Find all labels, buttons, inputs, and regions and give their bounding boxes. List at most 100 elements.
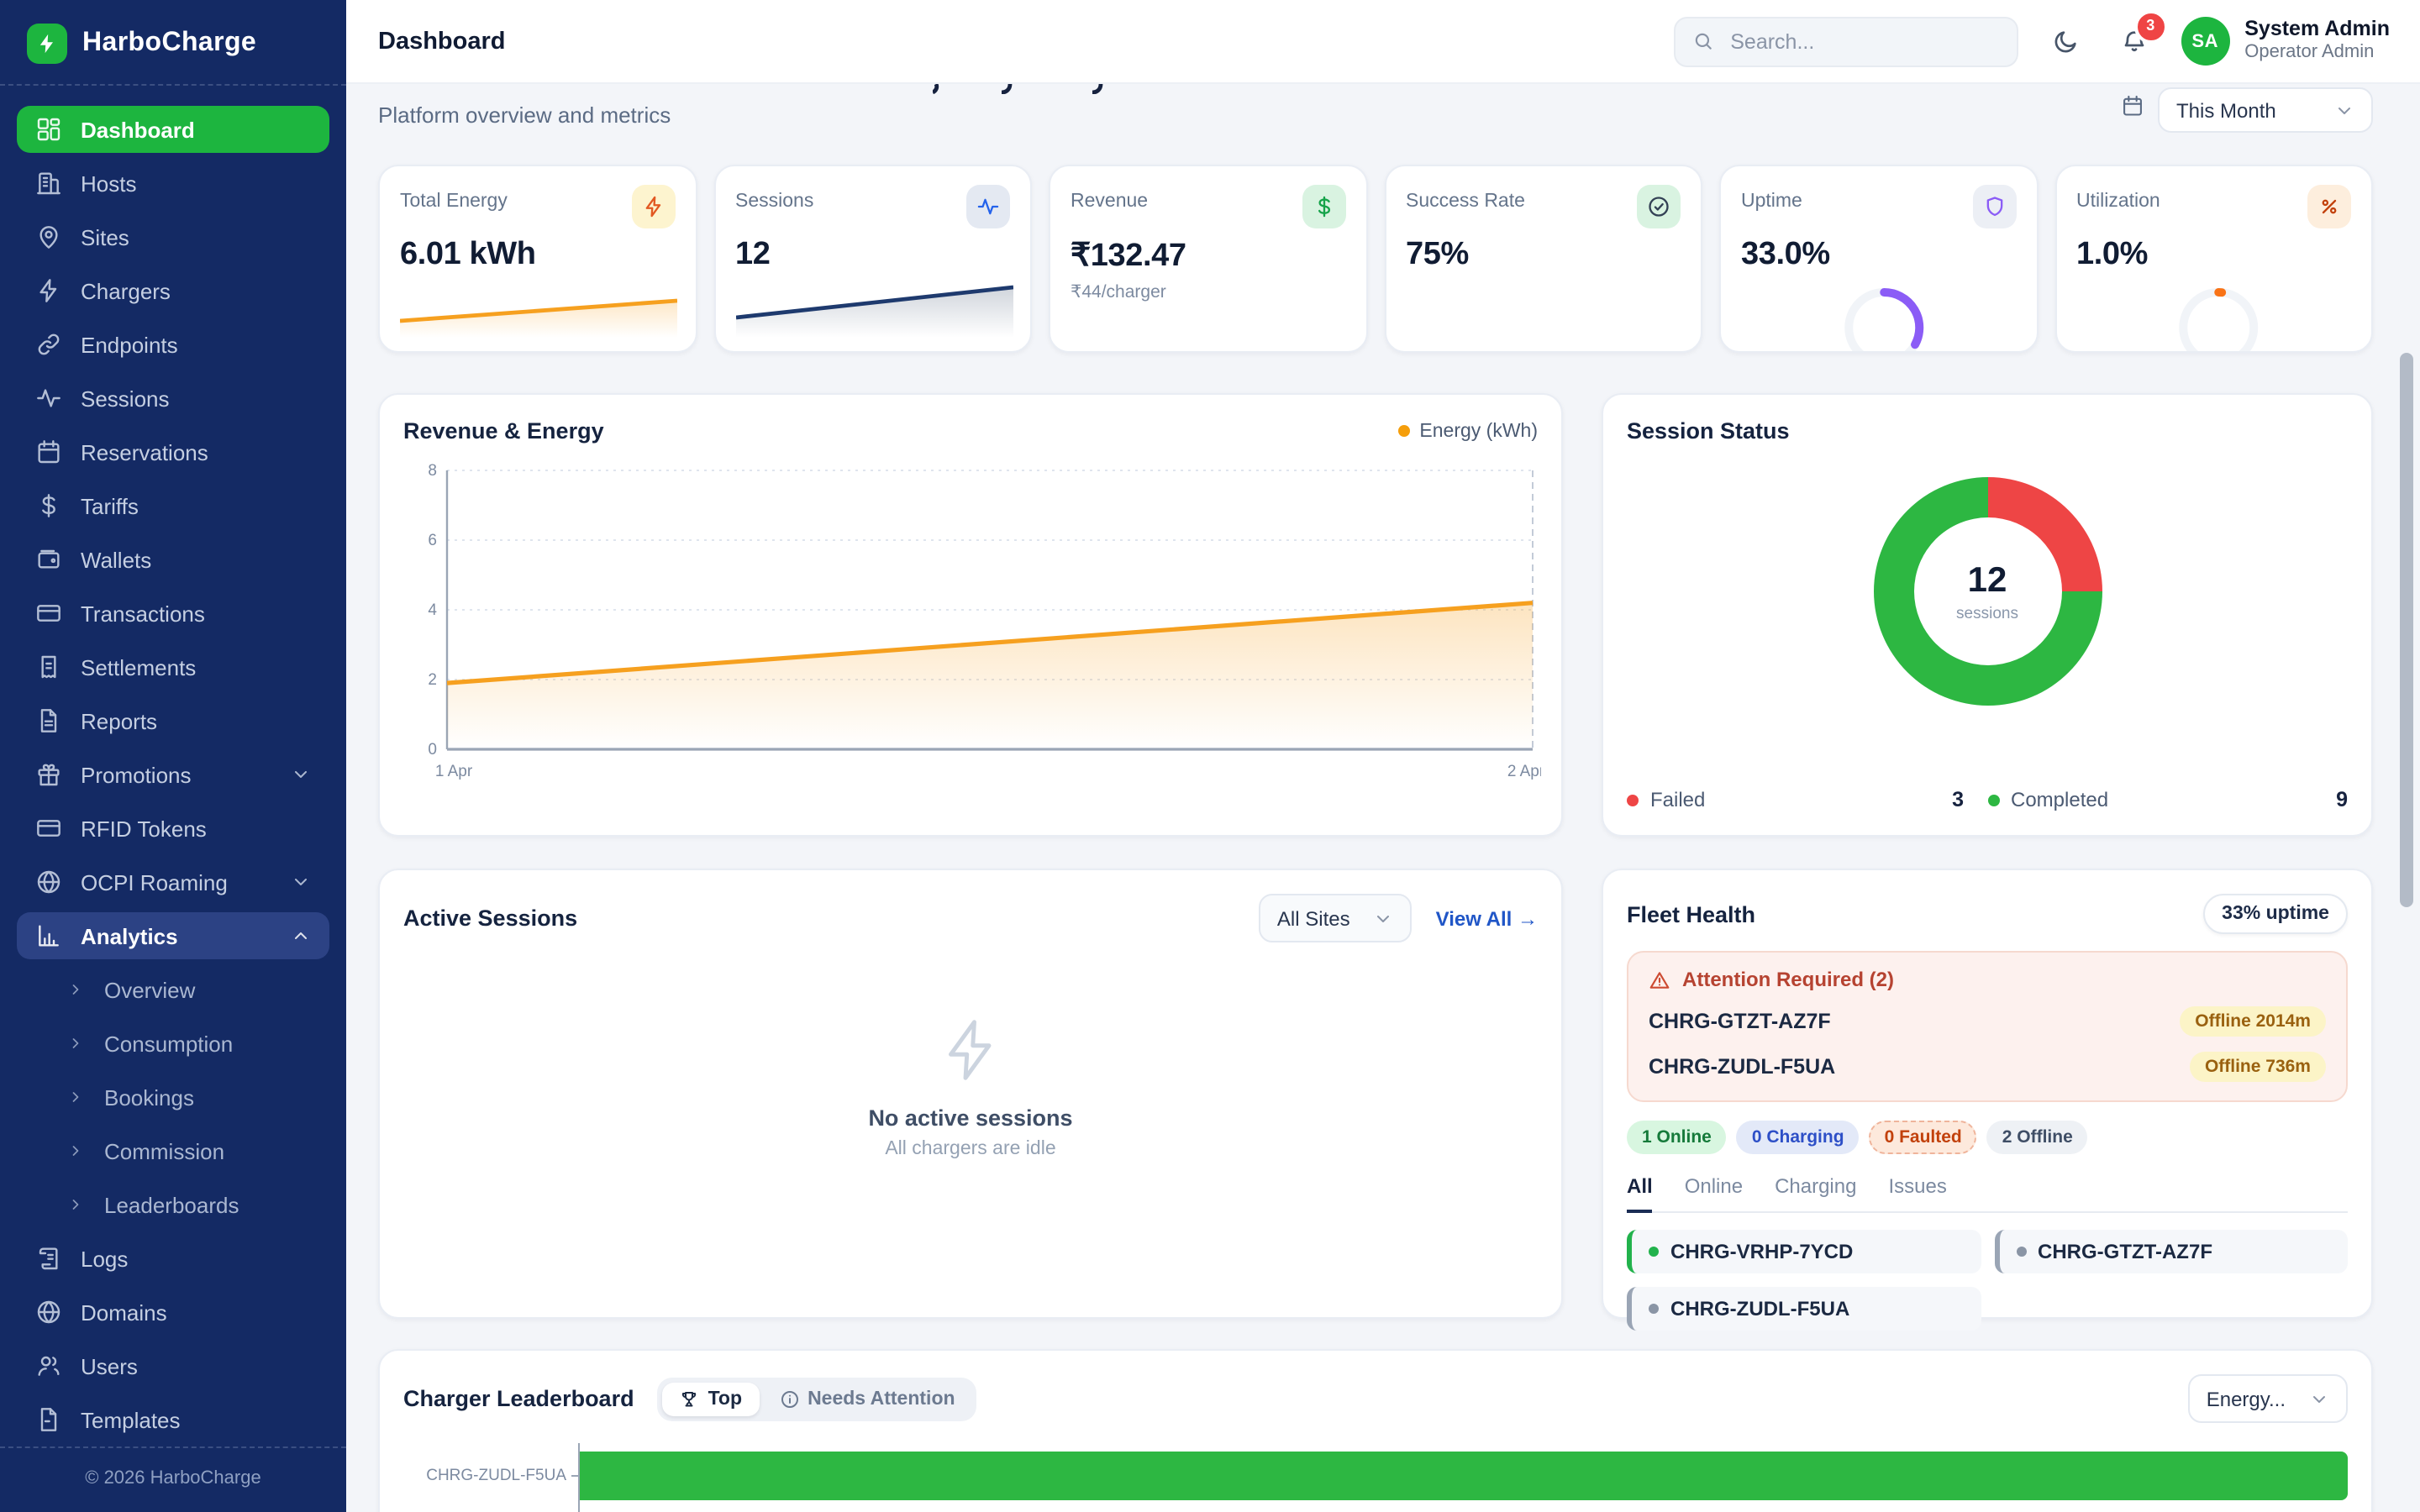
kpi-gauge	[2175, 284, 2263, 353]
sidebar-item-templates[interactable]: Templates	[17, 1396, 329, 1443]
wallets-icon	[35, 546, 62, 573]
charger-chip-chrg-vrhp-7ycd[interactable]: CHRG-VRHP-7YCD	[1627, 1230, 1981, 1273]
leaderboard-mode-needs-attention[interactable]: Needs Attention	[762, 1382, 972, 1415]
period-filter-select[interactable]: This Month	[2158, 87, 2373, 133]
sidebar-item-rfid-tokens[interactable]: RFID Tokens	[17, 805, 329, 852]
transactions-icon	[35, 600, 62, 627]
session-status-donut: 12 sessions	[1873, 477, 2102, 706]
vertical-scrollbar[interactable]	[2400, 353, 2413, 907]
search-icon	[1691, 30, 1713, 52]
calendar-icon	[2121, 94, 2144, 118]
view-all-link[interactable]: View All →	[1436, 906, 1538, 930]
reports-icon	[35, 707, 62, 734]
kpi-card-success-rate: Success Rate75%	[1384, 165, 1702, 353]
attention-row: CHRG-ZUDL-F5UAOffline 736m	[1649, 1052, 2326, 1082]
leaderboard-title: Charger Leaderboard	[403, 1386, 634, 1411]
dark-mode-toggle[interactable]	[2043, 19, 2086, 63]
charger-chip-chrg-gtzt-az7f[interactable]: CHRG-GTZT-AZ7F	[1994, 1230, 2348, 1273]
bolt-empty-icon	[380, 1015, 1561, 1085]
sidebar-item-sites[interactable]: Sites	[17, 213, 329, 260]
notifications-button[interactable]: 3	[2112, 19, 2155, 63]
info-icon	[779, 1389, 799, 1409]
brand[interactable]: HarboCharge	[0, 0, 346, 84]
svg-text:4: 4	[428, 601, 437, 619]
search-box[interactable]	[1673, 16, 2018, 66]
user-menu[interactable]: SA System Admin Operator Admin	[2181, 17, 2390, 66]
domains-icon	[35, 1299, 62, 1326]
svg-text:2: 2	[428, 671, 437, 689]
sidebar-item-wallets[interactable]: Wallets	[17, 536, 329, 583]
chevron-right-icon	[67, 1142, 84, 1159]
sidebar-item-label: Leaderboards	[104, 1192, 239, 1217]
sidebar-item-tariffs[interactable]: Tariffs	[17, 482, 329, 529]
bar	[580, 1451, 2348, 1499]
site-filter-value: All Sites	[1277, 906, 1350, 930]
charger-code: CHRG-ZUDL-F5UA	[1670, 1297, 1849, 1320]
shield-icon	[1972, 185, 2016, 228]
topbar: Dashboard 3 SA System Admin Operator Adm…	[346, 0, 2420, 84]
sidebar-item-hosts[interactable]: Hosts	[17, 160, 329, 207]
sidebar-item-transactions[interactable]: Transactions	[17, 590, 329, 637]
sidebar-item-logs[interactable]: Logs	[17, 1235, 329, 1282]
sidebar-item-reservations[interactable]: Reservations	[17, 428, 329, 475]
status-pill-charging: 0 Charging	[1737, 1121, 1860, 1154]
uptime-badge: 33% uptime	[2203, 894, 2348, 934]
kpi-label: Utilization	[2076, 185, 2160, 212]
sidebar-item-label: Transactions	[81, 601, 205, 626]
kpi-card-revenue: Revenue₹132.47₹44/charger	[1049, 165, 1367, 353]
rfid-icon	[35, 815, 62, 842]
chevron-up-icon	[291, 926, 311, 946]
sidebar-item-users[interactable]: Users	[17, 1342, 329, 1389]
sidebar-item-chargers[interactable]: Chargers	[17, 267, 329, 314]
sidebar-item-promotions[interactable]: Promotions	[17, 751, 329, 798]
users-icon	[35, 1352, 62, 1379]
reservations-icon	[35, 438, 62, 465]
tab-all[interactable]: All	[1627, 1174, 1653, 1213]
page-title: Dashboard	[378, 28, 506, 55]
metric-filter-select[interactable]: Energy...	[2188, 1374, 2348, 1423]
chevron-right-icon	[67, 981, 84, 998]
tab-online[interactable]: Online	[1685, 1174, 1743, 1211]
donut-legend: Failed3Completed9	[1627, 788, 2348, 811]
search-input[interactable]	[1727, 28, 1999, 55]
tab-issues[interactable]: Issues	[1888, 1174, 1946, 1211]
sidebar-item-endpoints[interactable]: Endpoints	[17, 321, 329, 368]
chevron-down-icon	[291, 872, 311, 892]
kpi-card-total-energy: Total Energy6.01 kWh	[378, 165, 697, 353]
sidebar-item-ocpi-roaming[interactable]: OCPI Roaming	[17, 858, 329, 906]
fleet-health-title: Fleet Health	[1627, 901, 1755, 927]
charger-chip-chrg-zudl-f5ua[interactable]: CHRG-ZUDL-F5UA	[1627, 1287, 1981, 1331]
donut-legend-item-failed: Failed3	[1627, 788, 1987, 811]
sidebar-item-analytics[interactable]: Analytics	[17, 912, 329, 959]
templates-icon	[35, 1406, 62, 1433]
sidebar-item-dashboard[interactable]: Dashboard	[17, 106, 329, 153]
sidebar-item-sessions[interactable]: Sessions	[17, 375, 329, 422]
sidebar-item-domains[interactable]: Domains	[17, 1289, 329, 1336]
active-sessions-title: Active Sessions	[403, 906, 577, 931]
tab-charging[interactable]: Charging	[1775, 1174, 1856, 1211]
sidebar-item-label: Endpoints	[81, 332, 178, 357]
sidebar-item-settlements[interactable]: Settlements	[17, 643, 329, 690]
legend-value: 3	[1952, 788, 1987, 811]
sidebar: HarboCharge Dashboard Hosts Sites Chargers E…	[0, 0, 346, 1512]
attention-required-panel: Attention Required (2) CHRG-GTZT-AZ7FOff…	[1627, 951, 2348, 1102]
legend-label: Completed	[2011, 788, 2108, 811]
leaderboard-mode-top[interactable]: Top	[663, 1382, 759, 1415]
site-filter-select[interactable]: All Sites	[1259, 894, 1413, 942]
sidebar-item-label: Dashboard	[81, 117, 195, 142]
kpi-value: 6.01 kWh	[400, 237, 675, 274]
sidebar-item-leaderboards[interactable]: Leaderboards	[17, 1181, 329, 1228]
sidebar-item-reports[interactable]: Reports	[17, 697, 329, 744]
app-root: HarboCharge Dashboard Hosts Sites Chargers E…	[0, 0, 2420, 1512]
kpi-value: 1.0%	[2076, 237, 2351, 274]
sidebar-item-overview[interactable]: Overview	[17, 966, 329, 1013]
sidebar-item-bookings[interactable]: Bookings	[17, 1074, 329, 1121]
brand-name: HarboCharge	[82, 29, 256, 59]
sidebar-item-consumption[interactable]: Consumption	[17, 1020, 329, 1067]
kpi-card-uptime: Uptime33.0%	[1719, 165, 2038, 353]
status-pills: 1 Online0 Charging0 Faulted2 Offline	[1627, 1121, 2348, 1154]
sidebar-item-commission[interactable]: Commission	[17, 1127, 329, 1174]
leaderboard-chart: CHRG-ZUDL-F5UA	[403, 1443, 2348, 1512]
activity-icon	[966, 185, 1010, 228]
chevron-down-icon	[1374, 908, 1394, 928]
